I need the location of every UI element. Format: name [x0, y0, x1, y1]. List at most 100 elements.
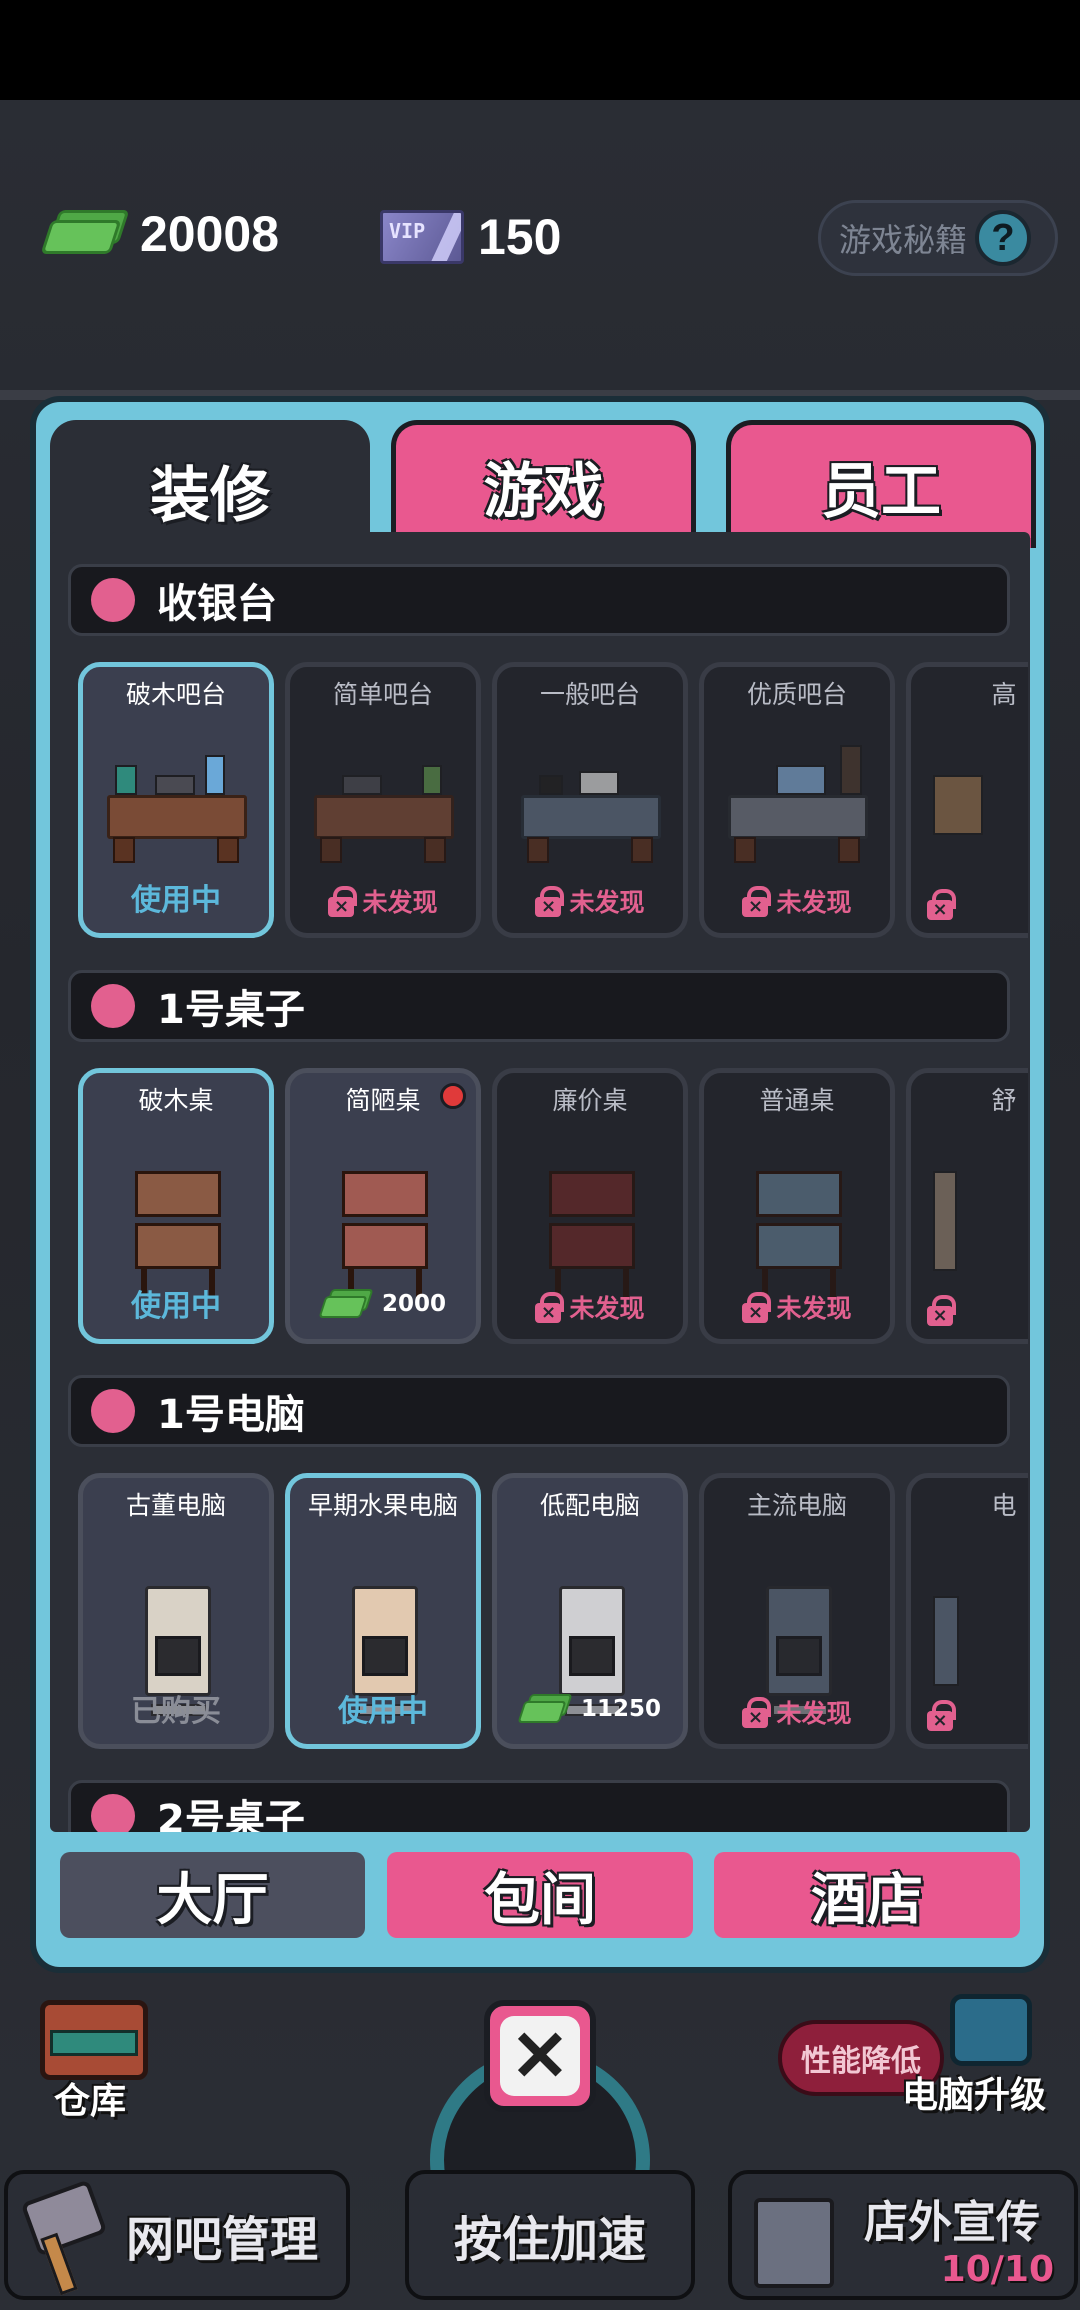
lock-icon: [535, 886, 565, 917]
item-name: 高: [991, 680, 1017, 709]
item-card[interactable]: 简陋桌 2000: [285, 1068, 481, 1344]
hold-to-speed-up-button[interactable]: 按住加速: [405, 2170, 695, 2300]
item-name: 主流电脑: [746, 1491, 847, 1520]
item-card[interactable]: 主流电脑 未发现: [699, 1473, 895, 1749]
close-icon: ✕: [500, 2016, 580, 2096]
game-tips-label: 游戏秘籍: [839, 221, 968, 259]
item-status-locked: 未发现: [569, 888, 645, 917]
item-name: 早期水果电脑: [307, 1491, 458, 1520]
cashier-items-row[interactable]: 破木吧台 使用中 简单吧台 × 未发现 一般吧台 × 未发现 优质吧台 × 未发…: [78, 662, 1028, 942]
section-dot-icon: [91, 1389, 135, 1433]
item-card[interactable]: 破木桌 使用中: [78, 1068, 274, 1344]
category-private-room-button[interactable]: 包间: [387, 1852, 693, 1938]
item-name: 古董电脑: [125, 1491, 226, 1520]
category-hotel-label: 酒店: [811, 1867, 923, 1933]
cash-icon: [40, 208, 130, 260]
hold-to-speed-up-label: 按住加速: [453, 2212, 646, 2268]
computer-illustration: [933, 1536, 1028, 1686]
storage-button[interactable]: 仓库: [30, 2000, 160, 2122]
monitor-icon: [950, 1994, 1032, 2066]
outdoor-promotion-label: 店外宣传: [864, 2197, 1040, 2248]
item-name: 破木吧台: [125, 680, 226, 709]
lock-icon: [927, 1700, 956, 1731]
desk-illustration: [933, 1131, 1028, 1281]
price-tag: 11250: [497, 1694, 683, 1724]
section-dot-icon: [91, 984, 135, 1028]
pc-upgrade-button[interactable]: 电脑升级: [902, 1990, 1050, 2116]
section-header-desk-2: 2号桌子: [68, 1780, 1010, 1832]
game-tips-button[interactable]: 游戏秘籍 ?: [818, 200, 1058, 276]
promotion-count: 10/10: [940, 2249, 1054, 2290]
item-status-locked: 未发现: [362, 888, 438, 917]
desk-illustration: [519, 1131, 664, 1297]
tab-staff[interactable]: 员工: [726, 420, 1036, 548]
section-header-cashier: 收银台: [68, 564, 1010, 636]
section-dot-icon: [91, 578, 135, 622]
cafe-management-label: 网吧管理: [125, 2212, 318, 2268]
category-hall-label: 大厅: [156, 1867, 269, 1933]
tab-staff-label: 员工: [821, 457, 941, 527]
counter-illustration: [312, 725, 457, 875]
lock-icon: [535, 1292, 565, 1323]
category-private-room-label: 包间: [484, 1867, 596, 1933]
computer-illustration: [519, 1536, 664, 1716]
lock-icon: [927, 1295, 956, 1326]
category-hall-button[interactable]: 大厅: [60, 1852, 365, 1938]
lock-icon: [742, 1697, 772, 1728]
lock-icon: [742, 1292, 772, 1323]
close-button[interactable]: ✕: [484, 2000, 596, 2112]
item-status-locked: 未发现: [776, 888, 852, 917]
locked-indicator: [911, 889, 1028, 920]
hammer-icon: [20, 2179, 112, 2296]
item-card-partial[interactable]: 电: [906, 1473, 1028, 1749]
vip-card-icon: VIP: [380, 210, 464, 264]
item-card[interactable]: 简单吧台 未发现: [285, 662, 481, 938]
section-dot-icon: [91, 1794, 135, 1832]
item-card[interactable]: 廉价桌 未发现: [492, 1068, 688, 1344]
desk-illustration: [105, 1131, 250, 1297]
item-card[interactable]: 破木吧台 使用中: [78, 662, 274, 938]
desk-illustration: [726, 1131, 871, 1297]
vip-amount: 150: [478, 209, 562, 265]
computer-illustration: [312, 1536, 457, 1716]
outdoor-promotion-button[interactable]: 店外宣传 10/10: [728, 2170, 1078, 2300]
item-card[interactable]: 低配电脑 11250: [492, 1473, 688, 1749]
locked-indicator: 未发现: [497, 1289, 683, 1325]
cash-icon: [318, 1289, 374, 1319]
locked-indicator: 未发现: [290, 883, 476, 919]
item-card-partial[interactable]: 舒: [906, 1068, 1028, 1344]
tab-games-label: 游戏: [483, 457, 604, 527]
renovation-panel: 装修 游戏 员工 收银台 破木吧台 使用中 简单吧台 × 未发现 一般吧台 × …: [30, 396, 1050, 1973]
tab-renovation-label: 装修: [150, 460, 270, 531]
lock-icon: [328, 886, 358, 917]
item-name: 破木桌: [138, 1086, 214, 1115]
item-status-locked: 未发现: [569, 1294, 645, 1323]
locked-indicator: 未发现: [704, 1289, 890, 1325]
section-header-computer-1: 1号电脑: [68, 1375, 1010, 1447]
cafe-management-button[interactable]: 网吧管理: [4, 2170, 350, 2300]
counter-illustration: [933, 725, 1028, 875]
locked-indicator: 未发现: [497, 883, 683, 919]
item-name: 普通桌: [759, 1086, 835, 1115]
item-card[interactable]: 普通桌 未发现: [699, 1068, 895, 1344]
desk-items-row[interactable]: 破木桌 使用中 简陋桌 2000 廉价桌 × 未发现 普通桌 × 未发现 舒 ×: [78, 1068, 1028, 1348]
vip-counter: VIP 150: [380, 208, 561, 266]
category-hotel-button[interactable]: 酒店: [714, 1852, 1020, 1938]
item-status-locked: 未发现: [776, 1294, 852, 1323]
price-tag: 2000: [290, 1289, 476, 1319]
item-name: 廉价桌: [552, 1086, 628, 1115]
cash-icon: [517, 1694, 573, 1724]
item-name: 简单吧台: [332, 680, 433, 709]
counter-illustration: [726, 725, 871, 875]
item-card[interactable]: 古董电脑 已购买: [78, 1473, 274, 1749]
tab-games[interactable]: 游戏: [391, 420, 696, 548]
item-name: 舒: [991, 1086, 1017, 1115]
item-card[interactable]: 一般吧台 未发现: [492, 662, 688, 938]
item-card[interactable]: 优质吧台 未发现: [699, 662, 895, 938]
computer-items-row[interactable]: 古董电脑 已购买 早期水果电脑 使用中 低配电脑 11250 主流电脑 × 未发…: [78, 1473, 1028, 1753]
item-card[interactable]: 早期水果电脑 使用中: [285, 1473, 481, 1749]
item-card-partial[interactable]: 高: [906, 662, 1028, 938]
item-status-in-use: 使用中: [131, 883, 221, 918]
item-list[interactable]: 收银台 破木吧台 使用中 简单吧台 × 未发现 一般吧台 × 未发现 优质吧台 …: [50, 532, 1030, 1832]
item-name: 低配电脑: [539, 1491, 640, 1520]
